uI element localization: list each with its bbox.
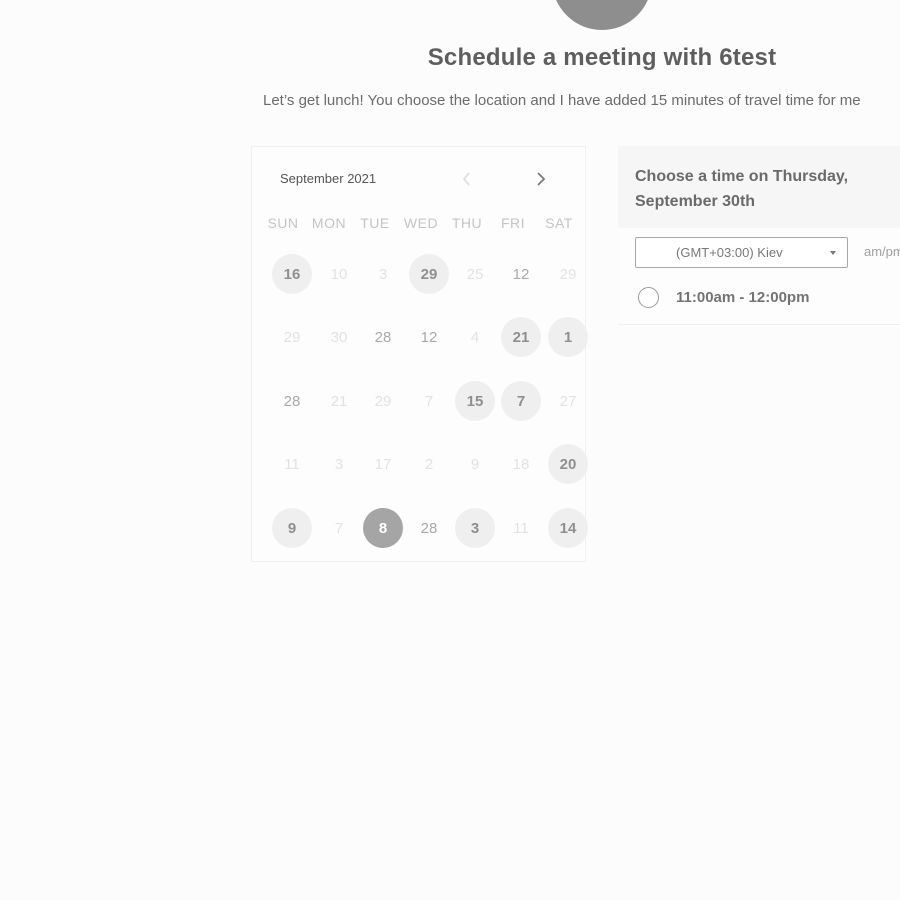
time-panel-header: Choose a time on Thursday, September 30t… — [618, 146, 900, 228]
weekday-label: FRI — [500, 215, 526, 231]
time-panel-heading: Choose a time on Thursday, September 30t… — [635, 168, 849, 210]
calendar-day[interactable]: 1 — [548, 317, 588, 357]
time-slot-label: 11:00am - 12:00pm — [676, 289, 810, 306]
calendar-day-selected[interactable]: 8 — [363, 508, 403, 548]
weekday-label: WED — [403, 215, 439, 231]
calendar-day: 29 — [559, 265, 577, 283]
radio-circle-icon[interactable] — [638, 287, 659, 308]
weekday-header: SUN MON TUE WED THU FRI SAT — [260, 215, 586, 231]
calendar-day[interactable]: 7 — [501, 381, 541, 421]
caret-down-icon — [830, 251, 836, 255]
calendar-day: 28 — [420, 519, 438, 537]
time-picker-panel: Choose a time on Thursday, September 30t… — [618, 146, 900, 325]
calendar-day[interactable]: 16 — [272, 254, 312, 294]
calendar-day: 30 — [330, 328, 348, 346]
timezone-select[interactable]: (GMT+03:00) Kiev — [635, 237, 848, 268]
calendar-card: September 2021 SUN MON TUE WED THU FRI S… — [251, 146, 588, 562]
calendar-day[interactable]: 20 — [548, 444, 588, 484]
calendar-day: 28 — [283, 392, 301, 410]
calendar-day[interactable]: 21 — [501, 317, 541, 357]
calendar-day: 12 — [420, 328, 438, 346]
calendar-day: 25 — [466, 265, 484, 283]
calendar-day: 3 — [378, 265, 388, 283]
calendar-day[interactable]: 29 — [409, 254, 449, 294]
calendar-day: 2 — [424, 455, 434, 473]
calendar-day: 10 — [330, 265, 348, 283]
page-title: Schedule a meeting with 6test — [427, 44, 777, 71]
chevron-left-icon — [462, 172, 470, 186]
calendar-day: 12 — [512, 265, 530, 283]
avatar — [552, 0, 652, 30]
calendar-day[interactable]: 3 — [455, 508, 495, 548]
calendar-day[interactable]: 14 — [548, 508, 588, 548]
time-slot[interactable]: 11:00am - 12:00pm — [638, 287, 809, 308]
calendar-day: 21 — [330, 392, 348, 410]
weekday-label: MON — [311, 215, 347, 231]
previous-month-button[interactable] — [453, 165, 481, 193]
calendar-day: 4 — [470, 328, 480, 346]
calendar-day: 7 — [424, 392, 434, 410]
next-month-button[interactable] — [527, 165, 555, 193]
time-format-toggle[interactable]: am/pm — [864, 244, 900, 259]
calendar-day: 17 — [374, 455, 392, 473]
weekday-label: SAT — [545, 215, 573, 231]
calendar-day: 29 — [283, 328, 301, 346]
calendar-day: 3 — [334, 455, 344, 473]
chevron-right-icon — [537, 172, 546, 186]
calendar-day: 11 — [284, 455, 300, 473]
calendar-day: 29 — [374, 392, 392, 410]
weekday-label: THU — [451, 215, 483, 231]
booking-page: Schedule a meeting with 6test Let’s get … — [0, 0, 900, 900]
calendar-day: 18 — [512, 455, 530, 473]
calendar-day[interactable]: 15 — [455, 381, 495, 421]
calendar-day: 7 — [334, 519, 344, 537]
calendar-day: 9 — [470, 455, 480, 473]
weekday-label: TUE — [360, 215, 390, 231]
calendar-day: 11 — [513, 519, 529, 537]
calendar-month-label: September 2021 — [280, 171, 377, 186]
timezone-value: (GMT+03:00) Kiev — [676, 245, 783, 260]
calendar-day[interactable]: 9 — [272, 508, 312, 548]
weekday-label: SUN — [267, 215, 299, 231]
calendar-day: 28 — [374, 328, 392, 346]
calendar-day: 27 — [559, 392, 577, 410]
page-subtitle: Let’s get lunch! You choose the location… — [263, 92, 861, 109]
